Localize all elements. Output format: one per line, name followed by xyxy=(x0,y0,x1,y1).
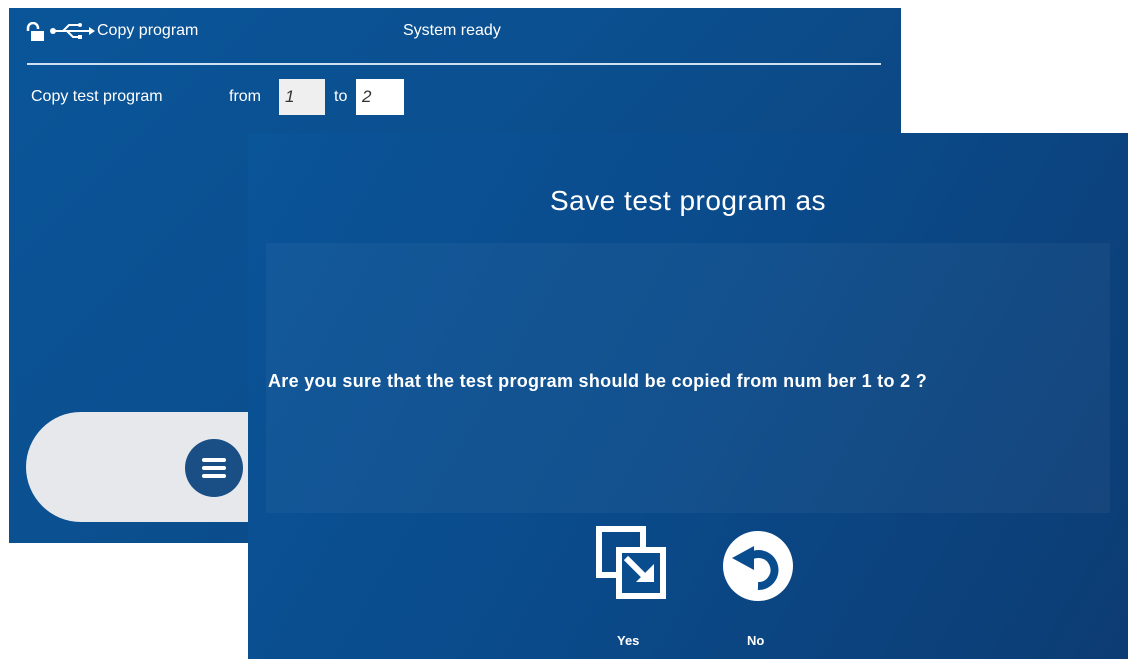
to-label: to xyxy=(334,88,348,105)
menu-icon xyxy=(202,458,226,462)
menu-icon-bar xyxy=(202,466,226,470)
confirm-dialog: Save test program as Are you sure that t… xyxy=(248,133,1128,659)
dialog-title: Save test program as xyxy=(549,185,827,216)
dialog-message: Are you sure that the test program shoul… xyxy=(268,371,927,391)
top-bar: Copy program System ready xyxy=(9,8,901,54)
window-title: Copy program xyxy=(97,22,199,39)
status-text: System ready xyxy=(403,22,501,39)
copy-icon[interactable] xyxy=(596,526,666,600)
menu-icon-bar xyxy=(202,474,226,478)
usb-icon xyxy=(50,23,95,39)
from-label: from xyxy=(229,88,261,105)
from-field[interactable]: 1 xyxy=(279,79,325,115)
copy-test-program-label: Copy test program xyxy=(31,88,163,105)
no-label: No xyxy=(747,633,765,648)
to-field[interactable]: 2 xyxy=(356,79,404,115)
menu-button[interactable] xyxy=(185,439,243,497)
unlock-icon[interactable] xyxy=(25,22,45,42)
yes-label: Yes xyxy=(617,633,640,648)
header-divider xyxy=(27,63,881,65)
undo-icon[interactable] xyxy=(722,530,794,602)
